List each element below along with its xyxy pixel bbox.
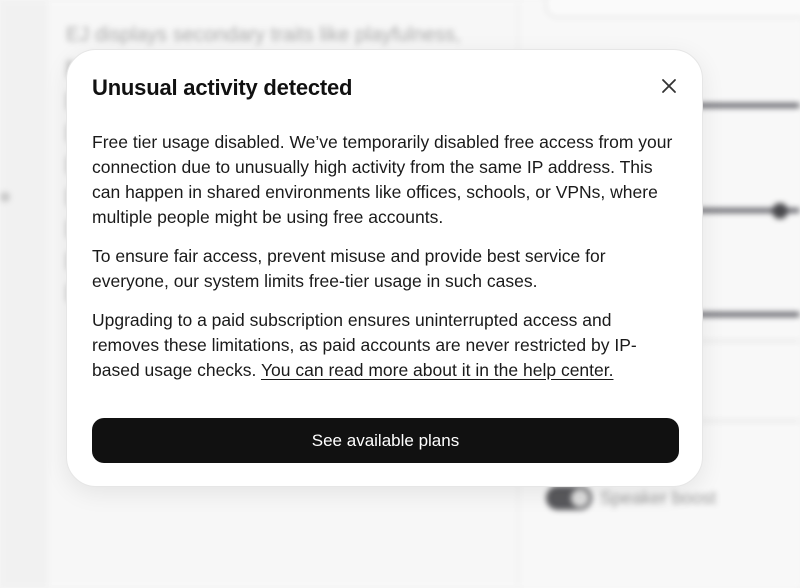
close-icon <box>662 79 676 93</box>
app-screen: EJ displays secondary traits like playfu… <box>0 0 800 588</box>
dialog-title: Unusual activity detected <box>92 75 353 100</box>
dialog-paragraph: To ensure fair access, prevent misuse an… <box>92 246 606 291</box>
help-center-link[interactable]: You can read more about it in the help c… <box>261 360 614 380</box>
dialog-paragraph: Upgrading to a paid subscription ensures… <box>92 308 682 383</box>
see-plans-button[interactable]: See available plans <box>92 418 679 463</box>
unusual-activity-dialog: Unusual activity detected Free tier usag… <box>66 49 703 487</box>
dialog-body: Free tier usage disabled. We’ve temporar… <box>92 130 682 397</box>
close-button[interactable] <box>657 74 681 98</box>
dialog-paragraph: Free tier usage disabled. We’ve temporar… <box>92 132 673 227</box>
